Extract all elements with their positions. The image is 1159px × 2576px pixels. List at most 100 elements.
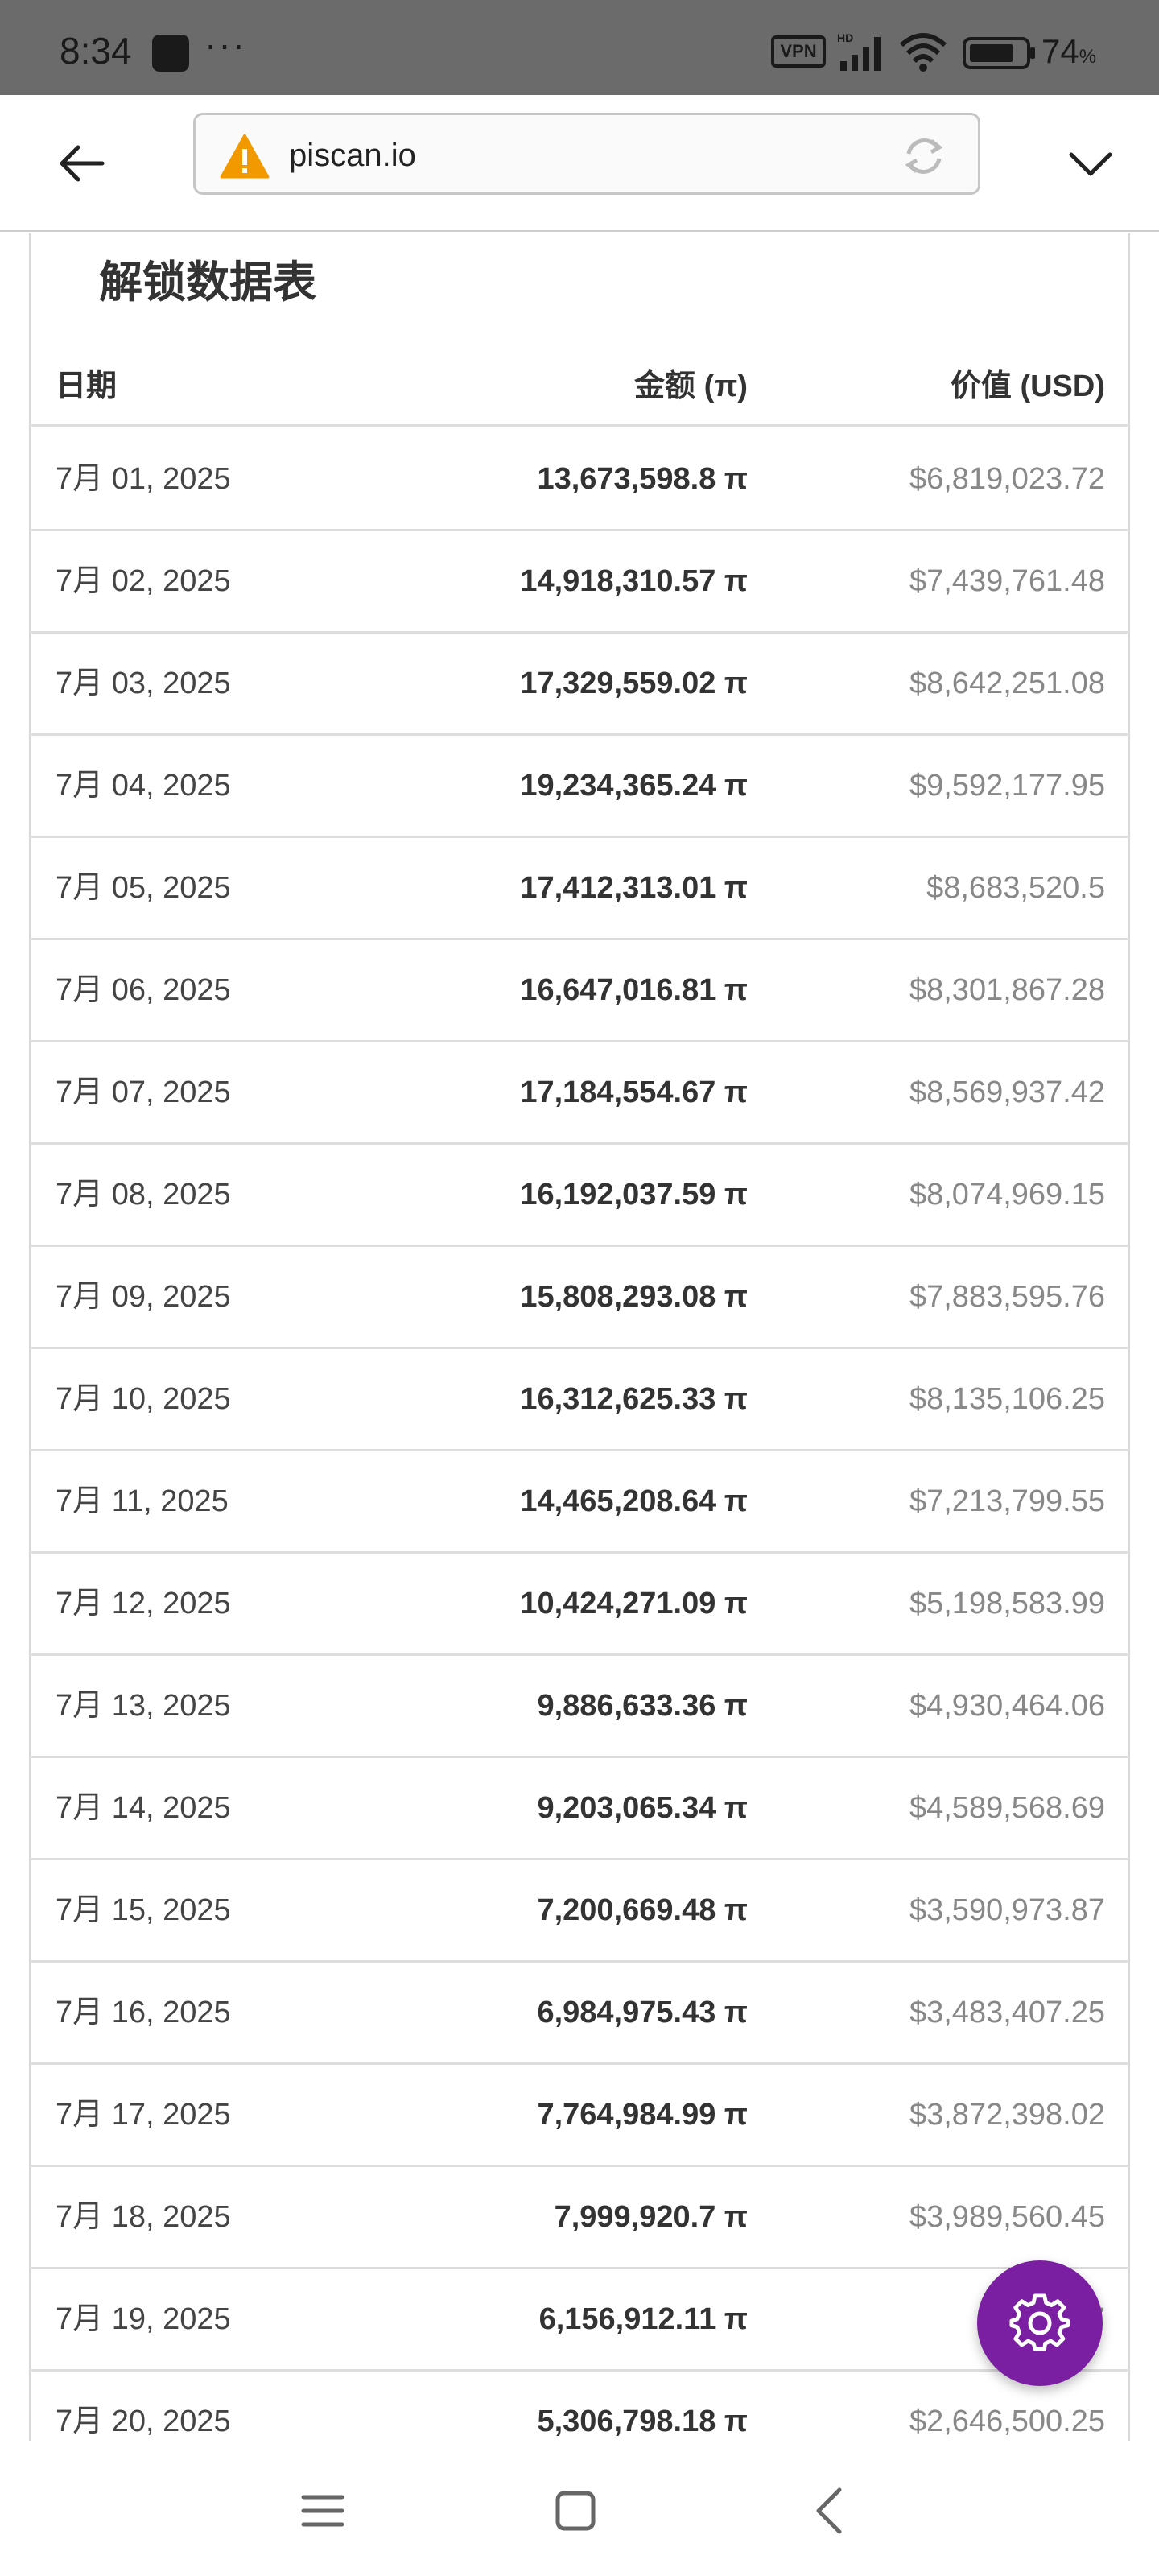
table-row: 7月 14, 2025 9,203,065.34 π $4,589,568.69: [31, 1758, 1128, 1860]
row-date: 7月 03, 2025: [56, 667, 231, 700]
row-date: 7月 10, 2025: [56, 1382, 231, 1416]
chevron-down-icon: [1069, 152, 1112, 176]
table-row: 7月 10, 2025 16,312,625.33 π $8,135,106.25: [31, 1349, 1128, 1451]
table-row: 7月 07, 2025 17,184,554.67 π $8,569,937.42: [31, 1042, 1128, 1145]
table-row: 7月 12, 2025 10,424,271.09 π $5,198,583.99: [31, 1554, 1128, 1656]
home-square-icon: [555, 2491, 596, 2531]
settings-gear-icon: [1009, 2293, 1070, 2351]
home-button[interactable]: [547, 2483, 604, 2539]
table-header: 日期 金额 (π) 价值 (USD): [31, 346, 1128, 427]
table-row: 7月 08, 2025 16,192,037.59 π $8,074,969.15: [31, 1145, 1128, 1247]
row-value: $2,646,500.25: [909, 2405, 1105, 2438]
row-amount: 6,984,975.43 π: [537, 1996, 748, 2029]
row-amount: 10,424,271.09 π: [520, 1587, 748, 1620]
row-value: $8,642,251.08: [909, 667, 1105, 700]
row-date: 7月 06, 2025: [56, 973, 231, 1007]
page-title: 解锁数据表: [99, 258, 316, 307]
row-date: 7月 19, 2025: [56, 2302, 231, 2336]
table-row: 7月 11, 2025 14,465,208.64 π $7,213,799.55: [31, 1451, 1128, 1554]
back-arrow-icon: [60, 145, 105, 182]
table-row: 7月 03, 2025 17,329,559.02 π $8,642,251.08: [31, 634, 1128, 736]
row-amount: 17,184,554.67 π: [520, 1075, 748, 1109]
table-row: 7月 06, 2025 16,647,016.81 π $8,301,867.28: [31, 940, 1128, 1042]
table-row: 7月 18, 2025 7,999,920.7 π $3,989,560.45: [31, 2167, 1128, 2269]
table-row: 7月 20, 2025 5,306,798.18 π $2,646,500.25: [31, 2372, 1128, 2441]
row-date: 7月 16, 2025: [56, 1996, 231, 2029]
table-body: 7月 01, 2025 13,673,598.8 π $6,819,023.72 7月…: [31, 429, 1128, 2441]
row-amount: 7,999,920.7 π: [554, 2200, 748, 2234]
row-value: $7,883,595.76: [909, 1280, 1105, 1314]
row-value: $6,819,023.72: [909, 462, 1105, 496]
column-header-date: 日期: [56, 369, 118, 403]
cell-signal-icon: HD: [837, 31, 881, 71]
row-amount: 13,673,598.8 π: [537, 462, 748, 496]
more-notifications-icon: ···: [204, 23, 246, 65]
row-date: 7月 08, 2025: [56, 1178, 231, 1212]
row-date: 7月 07, 2025: [56, 1075, 231, 1109]
row-amount: 5,306,798.18 π: [537, 2405, 748, 2438]
row-date: 7月 20, 2025: [56, 2405, 231, 2438]
row-value: $7,213,799.55: [909, 1484, 1105, 1518]
row-date: 7月 09, 2025: [56, 1280, 231, 1314]
settings-button[interactable]: [977, 2260, 1103, 2386]
battery-icon: [963, 37, 1035, 69]
row-amount: 16,647,016.81 π: [520, 973, 748, 1007]
row-date: 7月 18, 2025: [56, 2200, 231, 2234]
row-date: 7月 04, 2025: [56, 769, 231, 803]
row-value: $8,683,520.5: [926, 871, 1105, 905]
warning-icon[interactable]: [220, 133, 270, 180]
status-bar: 8:34 ··· VPN HD 74%: [0, 0, 1159, 95]
row-amount: 9,886,633.36 π: [537, 1689, 748, 1723]
row-value: $9,592,177.95: [909, 769, 1105, 803]
app-notification-icon: [152, 35, 189, 72]
row-value: $3,989,560.45: [909, 2200, 1105, 2234]
row-amount: 7,200,669.48 π: [537, 1893, 748, 1927]
row-date: 7月 17, 2025: [56, 2098, 231, 2132]
url-text[interactable]: piscan.io: [289, 138, 416, 174]
table-row: 7月 09, 2025 15,808,293.08 π $7,883,595.76: [31, 1247, 1128, 1349]
reload-icon[interactable]: [899, 131, 949, 181]
row-value: $3,483,407.25: [909, 1996, 1105, 2029]
row-amount: 14,465,208.64 π: [520, 1484, 748, 1518]
row-amount: 7,764,984.99 π: [537, 2098, 748, 2132]
menu-icon: [301, 2495, 344, 2527]
table-row: 7月 01, 2025 13,673,598.8 π $6,819,023.72: [31, 429, 1128, 531]
row-amount: 15,808,293.08 π: [520, 1280, 748, 1314]
row-value: $8,074,969.15: [909, 1178, 1105, 1212]
column-header-value: 价值 (USD): [950, 369, 1105, 403]
table-row: 7月 15, 2025 7,200,669.48 π $3,590,973.87: [31, 1860, 1128, 1963]
row-date: 7月 05, 2025: [56, 871, 231, 905]
row-value: $3,590,973.87: [909, 1893, 1105, 1927]
row-date: 7月 02, 2025: [56, 564, 231, 598]
row-value: $8,135,106.25: [909, 1382, 1105, 1416]
address-bar[interactable]: piscan.io: [193, 113, 980, 195]
row-value: $7,439,761.48: [909, 564, 1105, 598]
column-header-amount: 金额 (π): [634, 369, 748, 403]
unlock-data-card: 解锁数据表 日期 金额 (π) 价值 (USD) 7月 01, 2025 13,6…: [29, 233, 1130, 2441]
row-amount: 19,234,365.24 π: [520, 769, 748, 803]
row-value: $8,301,867.28: [909, 973, 1105, 1007]
table-row: 7月 16, 2025 6,984,975.43 π $3,483,407.25: [31, 1963, 1128, 2065]
battery-percent: 74%: [1041, 32, 1097, 70]
row-date: 7月 15, 2025: [56, 1893, 231, 1927]
table-row: 7月 17, 2025 7,764,984.99 π $3,872,398.02: [31, 2065, 1128, 2167]
table-row: 7月 02, 2025 14,918,310.57 π $7,439,761.48: [31, 531, 1128, 634]
system-back-button[interactable]: [800, 2483, 856, 2539]
page-content: 解锁数据表 日期 金额 (π) 价值 (USD) 7月 01, 2025 13,6…: [0, 233, 1159, 2441]
table-row: 7月 04, 2025 19,234,365.24 π $9,592,177.95: [31, 736, 1128, 838]
row-value: $5,198,583.99: [909, 1587, 1105, 1620]
row-value: $4,930,464.06: [909, 1689, 1105, 1723]
row-value: $4,589,568.69: [909, 1791, 1105, 1825]
back-chevron-icon: [816, 2487, 842, 2534]
back-button[interactable]: [45, 127, 118, 200]
row-value: $3,872,398.02: [909, 2098, 1105, 2132]
recent-apps-button[interactable]: [295, 2483, 351, 2539]
browser-menu-button[interactable]: [1054, 127, 1127, 200]
table-row: 7月 13, 2025 9,886,633.36 π $4,930,464.06: [31, 1656, 1128, 1758]
table-row: 7月 05, 2025 17,412,313.01 π $8,683,520.5: [31, 838, 1128, 940]
row-date: 7月 14, 2025: [56, 1791, 231, 1825]
row-amount: 16,312,625.33 π: [520, 1382, 748, 1416]
row-amount: 17,329,559.02 π: [520, 667, 748, 700]
status-time: 8:34: [60, 30, 132, 72]
row-value: $8,569,937.42: [909, 1075, 1105, 1109]
